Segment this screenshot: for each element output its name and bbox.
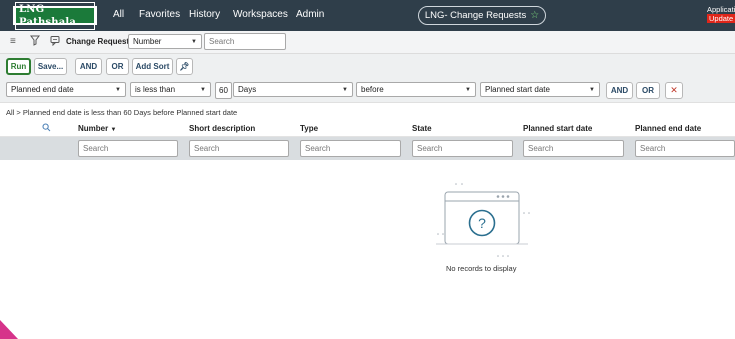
chevron-down-icon: ▼	[115, 86, 121, 93]
column-header-planned-end-date[interactable]: Planned end date	[635, 124, 701, 133]
search-planned-start-date-input[interactable]: Search	[523, 140, 624, 157]
filter-icon[interactable]	[30, 35, 40, 49]
context-title-text: LNG- Change Requests	[424, 10, 527, 21]
pin-icon: 📌︎	[179, 62, 190, 71]
table-header: Number ▼ Short description Type State Pl…	[0, 120, 735, 137]
column-header-planned-start-date[interactable]: Planned start date	[523, 124, 592, 133]
search-field-value: Number	[133, 37, 162, 46]
star-icon[interactable]: ☆	[530, 10, 539, 21]
hamburger-menu-icon[interactable]: ≡	[10, 36, 16, 47]
chevron-down-icon: ▼	[191, 38, 197, 45]
nav-item-favorites[interactable]: Favorites	[139, 9, 180, 20]
save-button[interactable]: Save...	[34, 58, 67, 75]
condition-or-button[interactable]: OR	[636, 82, 660, 99]
close-icon: ✕	[670, 85, 678, 95]
search-short-description-input[interactable]: Search	[189, 140, 289, 157]
search-planned-end-date-input[interactable]: Search	[635, 140, 735, 157]
condition-and-button[interactable]: AND	[606, 82, 633, 99]
pin-button[interactable]: 📌︎	[176, 58, 193, 75]
application-label: Applicati	[707, 5, 735, 14]
condition-field-value: Planned end date	[11, 85, 74, 94]
search-state-input[interactable]: Search	[412, 140, 513, 157]
chevron-down-icon: ▼	[200, 86, 206, 93]
search-icon[interactable]	[42, 123, 51, 135]
column-search-row: Search Search Search Search Search Searc…	[0, 137, 735, 160]
logo-text: LNG Pathshala	[15, 1, 95, 30]
context-title[interactable]: LNG- Change Requests ☆	[418, 6, 546, 25]
condition-target-select[interactable]: Planned start date ▼	[480, 82, 600, 97]
corner-decoration	[0, 320, 18, 339]
no-records-illustration: ?	[436, 183, 530, 257]
chat-icon[interactable]	[50, 35, 60, 49]
chevron-down-icon: ▼	[589, 86, 595, 93]
remove-condition-button[interactable]: ✕	[665, 82, 683, 99]
update-notice[interactable]: Update s	[707, 14, 735, 23]
nav-item-history[interactable]: History	[189, 9, 220, 20]
condition-relation-value: before	[361, 85, 384, 94]
column-header-short-description[interactable]: Short description	[189, 124, 255, 133]
column-header-state[interactable]: State	[412, 124, 432, 133]
search-field-select[interactable]: Number ▼	[128, 34, 202, 49]
breadcrumb[interactable]: All > Planned end date is less than 60 D…	[6, 108, 237, 117]
filter-toolbar: Run Save... AND OR Add Sort 📌︎	[0, 54, 735, 81]
list-title: Change Requests	[66, 37, 134, 46]
condition-operator-value: is less than	[135, 85, 176, 94]
condition-relation-select[interactable]: before ▼	[356, 82, 476, 97]
condition-unit-value: Days	[238, 85, 257, 94]
condition-quantity-input[interactable]: 60	[215, 82, 232, 99]
condition-operator-select[interactable]: is less than ▼	[130, 82, 211, 97]
column-header-number-label: Number	[78, 124, 109, 133]
chevron-down-icon: ▼	[342, 86, 348, 93]
empty-state-message: No records to display	[446, 264, 517, 273]
logo[interactable]: LNG Pathshala	[13, 1, 97, 30]
column-header-number[interactable]: Number ▼	[78, 124, 116, 133]
column-header-type[interactable]: Type	[300, 124, 318, 133]
condition-target-value: Planned start date	[485, 85, 550, 94]
sort-descending-icon: ▼	[110, 127, 117, 133]
and-button[interactable]: AND	[75, 58, 102, 75]
search-number-input[interactable]: Search	[78, 140, 178, 157]
nav-item-workspaces[interactable]: Workspaces	[233, 9, 288, 20]
list-header: ≡ Change Requests Number ▼ Search	[0, 31, 735, 54]
search-type-input[interactable]: Search	[300, 140, 401, 157]
add-sort-button[interactable]: Add Sort	[132, 58, 173, 75]
nav-item-all[interactable]: All	[113, 9, 124, 20]
chevron-down-icon: ▼	[465, 86, 471, 93]
condition-field-select[interactable]: Planned end date ▼	[6, 82, 126, 97]
condition-unit-select[interactable]: Days ▼	[233, 82, 353, 97]
or-button[interactable]: OR	[106, 58, 129, 75]
list-search-input[interactable]: Search	[204, 33, 286, 50]
top-nav: LNG Pathshala All Favorites History Work…	[0, 0, 735, 31]
run-button[interactable]: Run	[6, 58, 31, 75]
nav-item-admin[interactable]: Admin	[296, 9, 324, 20]
svg-text:?: ?	[478, 215, 486, 231]
filter-condition-row: Planned end date ▼ is less than ▼ 60 Day…	[0, 81, 735, 103]
